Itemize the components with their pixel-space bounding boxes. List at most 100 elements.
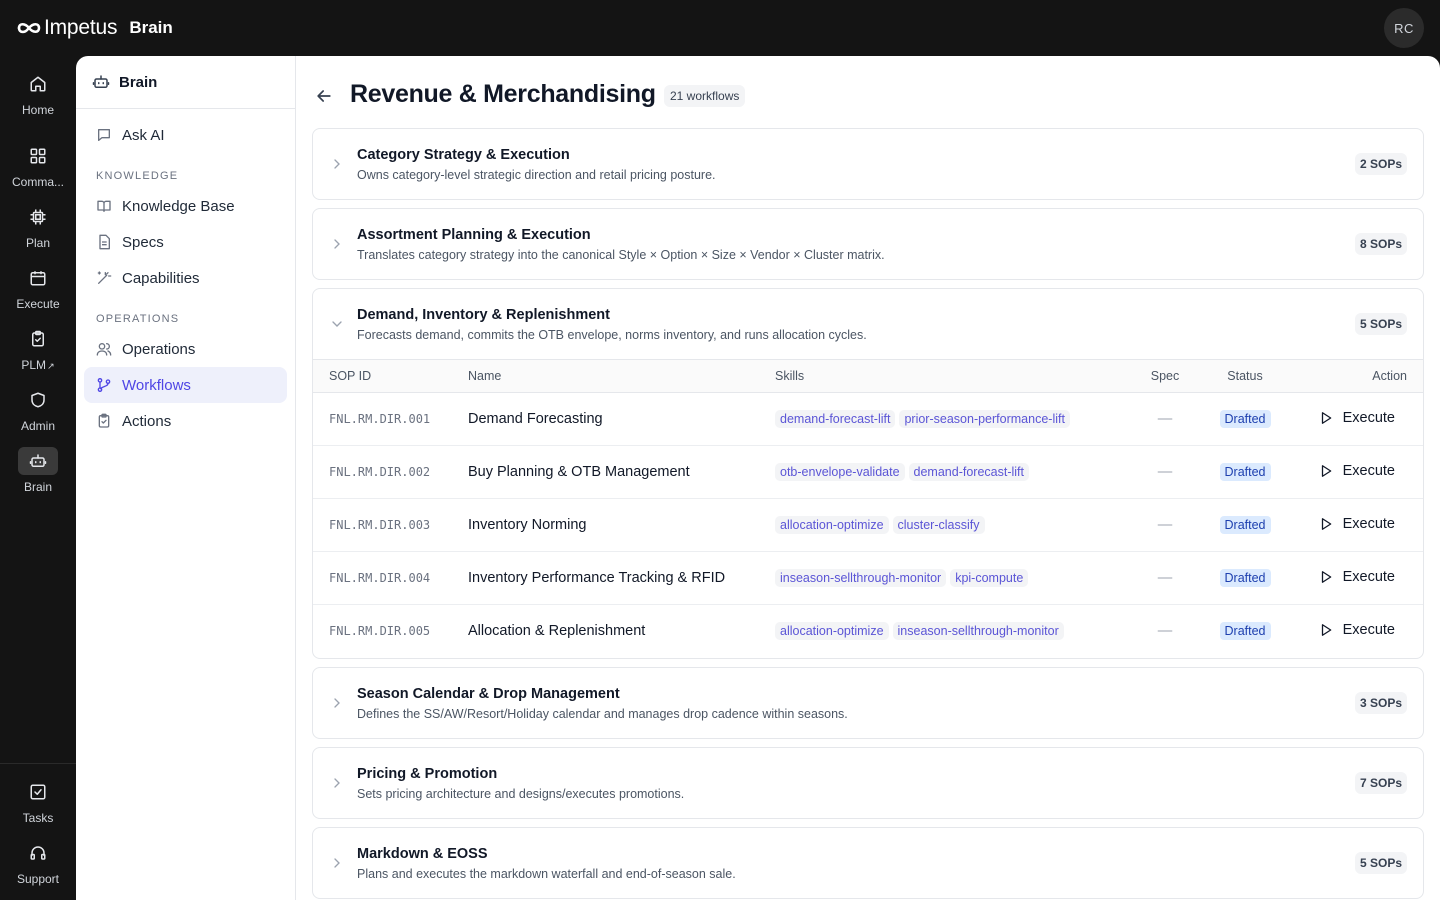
group-header[interactable]: Season Calendar & Drop Management Define… bbox=[313, 668, 1423, 738]
group-title: Markdown & EOSS bbox=[357, 846, 488, 862]
sop-id: FNL.RM.DIR.005 bbox=[329, 624, 431, 639]
sop-name[interactable]: Demand Forecasting bbox=[468, 393, 775, 446]
play-icon bbox=[1321, 623, 1331, 636]
spec-value: — bbox=[1157, 570, 1173, 586]
sidebar-item-actions[interactable]: Actions bbox=[84, 403, 287, 439]
execute-button-label: Execute bbox=[1342, 462, 1395, 479]
sidebar-item-operations[interactable]: Operations bbox=[84, 331, 287, 367]
execute-button-label: Execute bbox=[1342, 515, 1395, 532]
skill-chip[interactable]: prior-season-performance-lift bbox=[899, 410, 1070, 428]
execute-button[interactable]: Execute bbox=[1319, 622, 1407, 638]
rail-item-admin[interactable]: Admin bbox=[0, 386, 76, 442]
robot-icon bbox=[92, 75, 110, 88]
rail-label: Tasks bbox=[22, 811, 54, 825]
main-content: Revenue & Merchandising 21 workflows Cat… bbox=[296, 56, 1440, 900]
sidebar-item-specs[interactable]: Specs bbox=[84, 224, 287, 260]
skill-chip[interactable]: demand-forecast-lift bbox=[908, 463, 1029, 481]
workflow-group: Category Strategy & Execution Owns categ… bbox=[312, 128, 1424, 200]
sidebar-item-knowledge-base[interactable]: Knowledge Base bbox=[84, 188, 287, 224]
user-avatar[interactable]: RC bbox=[1384, 8, 1424, 48]
sop-name[interactable]: Buy Planning & OTB Management bbox=[468, 446, 775, 499]
sidebar-item-capabilities[interactable]: Capabilities bbox=[84, 260, 287, 296]
group-header[interactable]: Markdown & EOSS Plans and executes the m… bbox=[313, 828, 1423, 898]
rail-item-support[interactable]: Support bbox=[0, 839, 76, 895]
group-header[interactable]: Pricing & Promotion Sets pricing archite… bbox=[313, 748, 1423, 818]
skills-cell: otb-envelope-validate demand-forecast-lif… bbox=[775, 446, 1135, 499]
rail-label: Comma... bbox=[11, 175, 64, 189]
rail-label: Home bbox=[21, 103, 54, 117]
play-icon bbox=[1321, 411, 1331, 424]
status-badge: Drafted bbox=[1219, 516, 1271, 534]
chevron-right-icon bbox=[334, 858, 340, 868]
skill-chip[interactable]: otb-envelope-validate bbox=[775, 463, 905, 481]
chevron-right-icon bbox=[334, 698, 340, 708]
execute-button[interactable]: Execute bbox=[1319, 516, 1407, 532]
status-badge: Drafted bbox=[1219, 463, 1271, 481]
sidebar-item-workflows[interactable]: Workflows bbox=[84, 367, 287, 403]
group-header[interactable]: Demand, Inventory & Replenishment Foreca… bbox=[313, 289, 1423, 359]
logo-text: Impetus bbox=[44, 16, 118, 39]
sop-name[interactable]: Inventory Norming bbox=[468, 499, 775, 552]
rail-item-plm[interactable]: PLM↗ bbox=[0, 325, 76, 381]
table-row[interactable]: FNL.RM.DIR.002 Buy Planning & OTB Manage… bbox=[313, 446, 1423, 499]
sop-count-badge: 5 SOPs bbox=[1354, 852, 1407, 874]
arrow-left-icon[interactable] bbox=[314, 86, 334, 106]
sidebar-header: Brain bbox=[76, 56, 295, 109]
group-header[interactable]: Category Strategy & Execution Owns categ… bbox=[313, 129, 1423, 199]
skill-chip[interactable]: inseason-sellthrough-monitor bbox=[775, 569, 947, 587]
skills-cell: allocation-optimize cluster-classify bbox=[775, 499, 1135, 552]
column-header-name[interactable]: Name bbox=[468, 360, 775, 393]
status-badge: Drafted bbox=[1219, 569, 1271, 587]
group-description: Translates category strategy into the ca… bbox=[357, 248, 885, 262]
column-header-skills[interactable]: Skills bbox=[775, 360, 1135, 393]
grid-icon bbox=[18, 142, 58, 170]
clipboard-icon bbox=[18, 325, 58, 353]
rail-item-execute[interactable]: Execute bbox=[0, 264, 76, 320]
skill-chip[interactable]: inseason-sellthrough-monitor bbox=[892, 622, 1064, 641]
table-row[interactable]: FNL.RM.DIR.003 Inventory Norming allocat… bbox=[313, 499, 1423, 552]
sop-count-badge: 8 SOPs bbox=[1354, 233, 1407, 255]
table-row[interactable]: FNL.RM.DIR.005 Allocation & Replenishmen… bbox=[313, 605, 1423, 658]
rail-item-command[interactable]: Comma... bbox=[0, 142, 76, 198]
column-header-status[interactable]: Status bbox=[1195, 360, 1295, 393]
group-header[interactable]: Assortment Planning & Execution Translat… bbox=[313, 209, 1423, 279]
skill-chip[interactable]: kpi-compute bbox=[950, 569, 1029, 587]
execute-button[interactable]: Execute bbox=[1319, 410, 1407, 426]
execute-button[interactable]: Execute bbox=[1319, 569, 1407, 585]
document-icon bbox=[99, 234, 110, 250]
open-book-icon bbox=[97, 200, 111, 212]
column-header-spec[interactable]: Spec bbox=[1135, 360, 1195, 393]
table-row[interactable]: FNL.RM.DIR.001 Demand Forecasting demand… bbox=[313, 393, 1423, 446]
skill-chip[interactable]: allocation-optimize bbox=[775, 516, 889, 534]
external-link-icon: ↗ bbox=[47, 361, 55, 371]
chevron-right-icon bbox=[334, 159, 340, 169]
section-heading-operations: OPERATIONS bbox=[96, 313, 180, 325]
magic-wand-icon bbox=[97, 271, 112, 284]
skills-cell: demand-forecast-lift prior-season-perform… bbox=[775, 393, 1135, 446]
table-row[interactable]: FNL.RM.DIR.004 Inventory Performance Tra… bbox=[313, 552, 1423, 605]
skill-chip[interactable]: demand-forecast-lift bbox=[775, 410, 896, 428]
sop-id: FNL.RM.DIR.002 bbox=[329, 465, 431, 479]
execute-button-label: Execute bbox=[1342, 621, 1395, 638]
skill-chip[interactable]: allocation-optimize bbox=[775, 622, 889, 641]
rail-item-home[interactable]: Home bbox=[0, 70, 76, 126]
workflow-count-badge: 21 workflows bbox=[664, 85, 746, 107]
sop-count-badge: 7 SOPs bbox=[1354, 772, 1407, 794]
column-header-sop-id[interactable]: SOP ID bbox=[313, 360, 468, 393]
execute-button[interactable]: Execute bbox=[1319, 463, 1407, 479]
rail-item-brain[interactable]: Brain bbox=[0, 447, 76, 503]
group-description: Forecasts demand, commits the OTB envelo… bbox=[357, 328, 867, 342]
rail-divider bbox=[0, 763, 76, 764]
rail-item-tasks[interactable]: Tasks bbox=[0, 778, 76, 834]
rail-item-plan[interactable]: Plan bbox=[0, 203, 76, 259]
group-description: Owns category-level strategic direction … bbox=[357, 168, 716, 182]
sidebar-item-ask-ai[interactable]: Ask AI bbox=[84, 117, 287, 153]
status-badge: Drafted bbox=[1219, 622, 1271, 641]
skill-chip[interactable]: cluster-classify bbox=[892, 516, 985, 534]
group-title: Demand, Inventory & Replenishment bbox=[357, 307, 610, 323]
sop-name[interactable]: Inventory Performance Tracking & RFID bbox=[468, 552, 775, 605]
page-header: Revenue & Merchandising 21 workflows bbox=[296, 56, 1440, 128]
app-logo[interactable]: Impetus bbox=[16, 16, 118, 40]
sop-name[interactable]: Allocation & Replenishment bbox=[468, 605, 775, 658]
spec-value: — bbox=[1157, 623, 1173, 640]
